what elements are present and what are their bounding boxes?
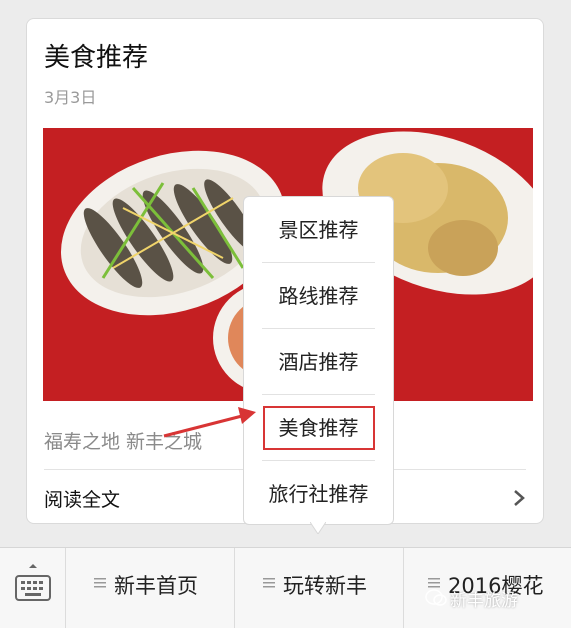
menu-lines-icon [263, 578, 275, 588]
read-more-label: 阅读全文 [44, 489, 121, 511]
chevron-right-icon [514, 490, 525, 506]
article-date: 3月3日 [44, 88, 97, 107]
submenu-popup: 景区推荐 路线推荐 酒店推荐 美食推荐 旅行社推荐 [243, 196, 394, 525]
keyboard-toggle-button[interactable] [0, 548, 66, 628]
menu-item-food[interactable]: 美食推荐 [244, 395, 393, 461]
keyboard-icon [15, 564, 51, 601]
tab-explore[interactable]: 玩转新丰 [235, 548, 404, 628]
menu-item-routes[interactable]: 路线推荐 [244, 263, 393, 329]
menu-item-scenic[interactable]: 景区推荐 [244, 197, 393, 263]
tab-label: 玩转新丰 [283, 574, 367, 598]
tab-home[interactable]: 新丰首页 [66, 548, 235, 628]
menu-lines-icon [94, 578, 106, 588]
article-title: 美食推荐 [44, 43, 149, 73]
tab-label: 新丰首页 [114, 574, 198, 598]
watermark-text: 新丰旅游 [450, 591, 518, 611]
red-arrow-icon [163, 407, 256, 438]
menu-pointer-icon [310, 522, 326, 534]
menu-item-travel-agencies[interactable]: 旅行社推荐 [244, 461, 393, 527]
menu-item-hotels[interactable]: 酒店推荐 [244, 329, 393, 395]
menu-lines-icon [428, 578, 440, 588]
wechat-watermark-icon [425, 589, 447, 606]
